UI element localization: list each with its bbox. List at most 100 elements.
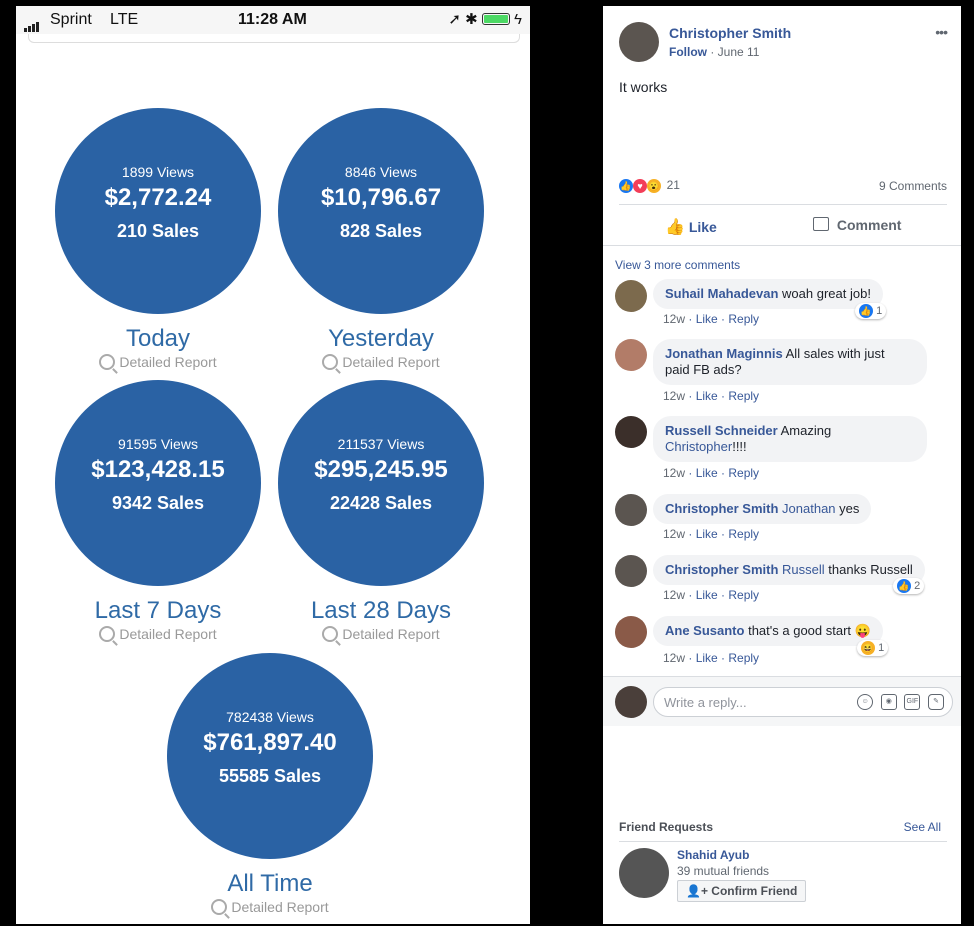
comment-actions: 12w · Like · Reply <box>663 466 760 480</box>
like-button[interactable]: 👍 Like <box>665 217 717 237</box>
comment-reply-link[interactable]: Reply <box>728 651 759 665</box>
comment-text: Amazing <box>780 423 832 438</box>
comment-button[interactable]: Comment <box>813 217 901 233</box>
camera-icon[interactable]: ◉ <box>880 693 897 710</box>
comment-like-link[interactable]: Like <box>696 312 718 326</box>
post-author-avatar[interactable] <box>619 22 659 62</box>
commenter-avatar[interactable] <box>615 616 647 648</box>
comment-text: that's a good start <box>748 623 852 638</box>
comment-actions: 12w · Like · Reply <box>663 651 760 665</box>
comment-reply-link[interactable]: Reply <box>728 389 759 403</box>
stat-card-all-time[interactable]: 782438 Views $761,897.40 55585 Sales All… <box>155 653 385 915</box>
comment-reply-link[interactable]: Reply <box>728 466 759 480</box>
comment-like-link[interactable]: Like <box>696 466 718 480</box>
sales-count: 828 Sales <box>339 221 423 241</box>
post-author-name[interactable]: Christopher Smith <box>669 25 791 41</box>
commenter-avatar[interactable] <box>615 555 647 587</box>
comment-mention[interactable]: Russell <box>782 562 825 577</box>
see-all-link[interactable]: See All <box>904 820 941 834</box>
love-reaction-icon: ♥ <box>633 178 647 193</box>
commenter-avatar[interactable] <box>615 416 647 448</box>
detailed-report-label: Detailed Report <box>342 354 440 370</box>
comment-bubble-icon <box>813 217 829 231</box>
views-count: 1899 Views <box>121 164 195 180</box>
reply-input[interactable]: Write a reply... ☺ ◉ GIF ✎ <box>653 687 953 717</box>
thumbs-up-icon: 👍 <box>665 219 685 236</box>
stat-circle: 782438 Views $761,897.40 55585 Sales <box>167 653 373 859</box>
comment-reaction-badge[interactable]: 😆 1 <box>857 640 889 656</box>
comment-actions: 12w · Like · Reply <box>663 588 760 602</box>
comment-reaction-count: 1 <box>878 641 885 654</box>
current-user-avatar <box>615 686 647 718</box>
comment-reply-link[interactable]: Reply <box>728 588 759 602</box>
stat-card-last-28-days[interactable]: 211537 Views $295,245.95 22428 Sales Las… <box>266 380 496 642</box>
comment-like-link[interactable]: Like <box>696 527 718 541</box>
comment-mention[interactable]: Jonathan <box>782 501 836 516</box>
comment-text: woah great job! <box>782 286 871 301</box>
stat-circle: 91595 Views $123,428.15 9342 Sales <box>55 380 261 586</box>
comment-like-link[interactable]: Like <box>696 651 718 665</box>
stat-card-today[interactable]: 1899 Views $2,772.24 210 Sales Today Det… <box>43 108 273 370</box>
detailed-report-link[interactable]: Detailed Report <box>155 899 385 915</box>
carrier-label: Sprint <box>50 11 92 28</box>
post-meta: Follow · June 11 <box>669 45 760 59</box>
comment-reply-link[interactable]: Reply <box>728 527 759 541</box>
post-date[interactable]: June 11 <box>718 45 760 59</box>
comment-mention[interactable]: Christopher <box>665 439 732 454</box>
view-more-comments-link[interactable]: View 3 more comments <box>615 258 740 272</box>
more-options-icon[interactable]: ••• <box>935 24 948 40</box>
detailed-report-label: Detailed Report <box>119 626 217 642</box>
views-count: 8846 Views <box>344 164 418 180</box>
comment-text: yes <box>839 501 860 516</box>
comment-age: 12w <box>663 588 686 602</box>
detailed-report-link[interactable]: Detailed Report <box>266 354 496 370</box>
detailed-report-link[interactable]: Detailed Report <box>43 626 273 642</box>
friend-request-avatar[interactable] <box>619 848 669 898</box>
sticker-icon[interactable]: ✎ <box>928 693 944 710</box>
like-reaction-icon: 👍 <box>619 178 633 193</box>
stat-card-last-7-days[interactable]: 91595 Views $123,428.15 9342 Sales Last … <box>43 380 273 642</box>
stat-circle: 211537 Views $295,245.95 22428 Sales <box>278 380 484 586</box>
detailed-report-link[interactable]: Detailed Report <box>266 626 496 642</box>
reaction-summary[interactable]: 👍 ♥ 😮 21 <box>619 177 680 193</box>
gif-icon[interactable]: GIF <box>904 693 921 710</box>
comment-reaction-badge[interactable]: 👍 2 <box>893 578 925 594</box>
comment-reply-link[interactable]: Reply <box>728 312 759 326</box>
emoji-icon[interactable]: ☺ <box>857 693 874 710</box>
comment-text: All sales with just <box>785 346 885 361</box>
confirm-friend-button[interactable]: 👤+ Confirm Friend <box>677 880 807 902</box>
comment-bubble: Christopher Smith Jonathan yes <box>653 494 872 524</box>
divider <box>619 841 947 842</box>
commenter-avatar[interactable] <box>615 494 647 526</box>
report-search-icon <box>211 899 228 915</box>
commenter-avatar[interactable] <box>615 339 647 371</box>
comment-bubble: Christopher Smith Russell thanks Russell <box>653 555 925 585</box>
commenter-name[interactable]: Christopher Smith <box>665 562 778 577</box>
comments-count[interactable]: 9 Comments <box>879 179 947 193</box>
friend-requests-title: Friend Requests <box>619 820 714 834</box>
commenter-name[interactable]: Christopher Smith <box>665 501 778 516</box>
friend-request-name[interactable]: Shahid Ayub <box>677 848 749 862</box>
commenter-name[interactable]: Suhail Mahadevan <box>665 286 778 301</box>
comment-like-link[interactable]: Like <box>696 389 718 403</box>
wow-reaction-icon: 😮 <box>647 178 661 193</box>
commenter-name[interactable]: Jonathan Maginnis <box>665 346 783 361</box>
report-search-icon <box>322 354 339 370</box>
comment-age: 12w <box>663 466 686 480</box>
detailed-report-link[interactable]: Detailed Report <box>43 354 273 370</box>
comment-like-link[interactable]: Like <box>696 588 718 602</box>
commenter-avatar[interactable] <box>615 280 647 312</box>
commenter-name[interactable]: Ane Susanto <box>665 623 744 638</box>
period-label: All Time <box>227 870 313 897</box>
revenue-amount: $295,245.95 <box>314 456 448 483</box>
divider <box>619 204 947 205</box>
commenter-name[interactable]: Russell Schneider <box>665 423 778 438</box>
stat-card-yesterday[interactable]: 8846 Views $10,796.67 828 Sales Yesterda… <box>266 108 496 370</box>
comment-reaction-badge[interactable]: 👍 1 <box>855 303 887 319</box>
add-friend-icon: 👤+ <box>686 884 708 898</box>
comment-reaction-count: 1 <box>876 304 883 317</box>
detailed-report-label: Detailed Report <box>119 354 217 370</box>
mutual-friends[interactable]: 39 mutual friends <box>677 864 769 878</box>
follow-link[interactable]: Follow <box>669 45 707 59</box>
comment-age: 12w <box>663 651 686 665</box>
